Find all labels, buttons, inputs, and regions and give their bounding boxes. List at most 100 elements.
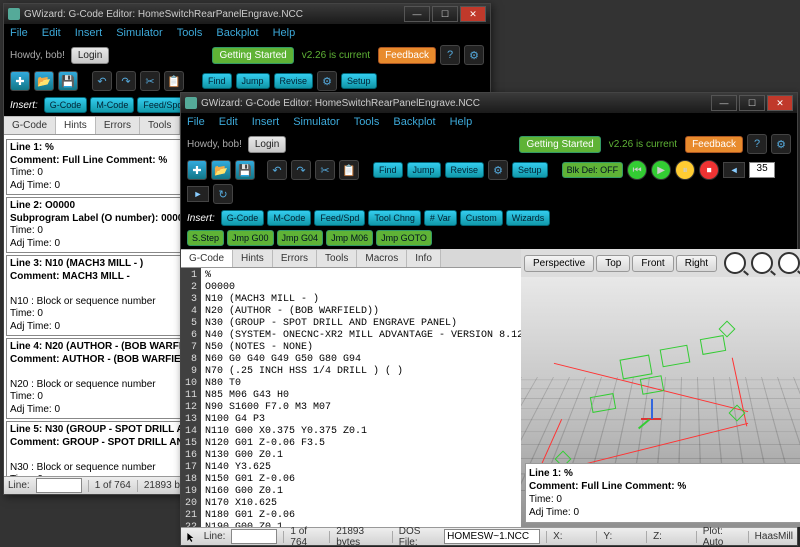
undo-icon[interactable]: ↶ — [92, 71, 112, 91]
login-button[interactable]: Login — [248, 136, 286, 153]
login-button[interactable]: Login — [71, 47, 109, 64]
gear-icon[interactable]: ⚙ — [488, 160, 508, 180]
maximize-button[interactable]: ☐ — [739, 95, 765, 111]
menu-simulator[interactable]: Simulator — [116, 27, 162, 39]
getting-started-button[interactable]: Getting Started — [212, 47, 293, 64]
undo-icon[interactable]: ↶ — [267, 160, 287, 180]
insert-gcode[interactable]: G-Code — [44, 97, 88, 113]
open-file-icon[interactable]: 📂 — [211, 160, 231, 180]
pause-icon[interactable]: ⏸ — [675, 160, 695, 180]
menu-backplot[interactable]: Backplot — [393, 116, 435, 128]
insert-wizards[interactable]: Wizards — [506, 210, 551, 226]
titlebar[interactable]: GWizard: G-Code Editor: HomeSwitchRearPa… — [181, 93, 797, 113]
new-file-icon[interactable]: ✚ — [10, 71, 30, 91]
zoom-in-icon[interactable] — [724, 252, 746, 274]
menu-backplot[interactable]: Backplot — [216, 27, 258, 39]
play-icon[interactable]: ▶ — [651, 160, 671, 180]
tab-g-code[interactable]: G-Code — [181, 249, 233, 267]
find-button[interactable]: Find — [202, 73, 232, 89]
new-file-icon[interactable]: ✚ — [187, 160, 207, 180]
run-jmpm06[interactable]: Jmp M06 — [326, 230, 373, 246]
redo-icon[interactable]: ↷ — [291, 160, 311, 180]
run-jmpg04[interactable]: Jmp G04 — [277, 230, 324, 246]
tab-tools[interactable]: Tools — [140, 116, 180, 134]
save-icon[interactable]: 💾 — [235, 160, 255, 180]
save-icon[interactable]: 💾 — [58, 71, 78, 91]
viewport-3d[interactable]: ☁ Line 1: % Comment: Full Line Comment: … — [521, 277, 800, 527]
insert-mcode[interactable]: M-Code — [90, 97, 134, 113]
tab-macros[interactable]: Macros — [357, 249, 407, 267]
getting-started-button[interactable]: Getting Started — [519, 136, 600, 153]
view-top[interactable]: Top — [596, 255, 630, 272]
line-input[interactable] — [231, 529, 277, 544]
menu-edit[interactable]: Edit — [42, 27, 61, 39]
tab-tools[interactable]: Tools — [317, 249, 357, 267]
settings-icon[interactable]: ⚙ — [771, 134, 791, 154]
step-back-button[interactable]: ◄ — [723, 162, 745, 178]
close-button[interactable]: ✕ — [460, 6, 486, 22]
setup-button[interactable]: Setup — [512, 162, 548, 178]
gear-icon[interactable]: ⚙ — [317, 71, 337, 91]
tab-hints[interactable]: Hints — [56, 116, 96, 134]
feedback-button[interactable]: Feedback — [685, 136, 743, 153]
loop-icon[interactable]: ↻ — [213, 184, 233, 204]
insert-toolchng[interactable]: Tool Chng — [368, 210, 421, 226]
jump-button[interactable]: Jump — [236, 73, 270, 89]
paste-icon[interactable]: 📋 — [164, 71, 184, 91]
insert-custom[interactable]: Custom — [460, 210, 503, 226]
titlebar[interactable]: GWizard: G-Code Editor: HomeSwitchRearPa… — [4, 4, 490, 24]
rewind-icon[interactable]: ⏮ — [627, 160, 647, 180]
blkdel-button[interactable]: Blk Del: OFF — [562, 162, 624, 178]
help-icon[interactable]: ? — [747, 134, 767, 154]
run-jmpg00[interactable]: Jmp G00 — [227, 230, 274, 246]
tab-hints[interactable]: Hints — [233, 249, 273, 267]
cut-icon[interactable]: ✂ — [315, 160, 335, 180]
run-sstep[interactable]: S.Step — [187, 230, 224, 246]
menu-insert[interactable]: Insert — [252, 116, 280, 128]
menu-edit[interactable]: Edit — [219, 116, 238, 128]
code-editor[interactable]: 1234567891011121314151617181920212223242… — [181, 268, 521, 527]
tab-errors[interactable]: Errors — [96, 116, 140, 134]
redo-icon[interactable]: ↷ — [116, 71, 136, 91]
menu-file[interactable]: File — [10, 27, 28, 39]
setup-button[interactable]: Setup — [341, 73, 377, 89]
dosfile-input[interactable] — [444, 529, 540, 544]
settings-icon[interactable]: ⚙ — [464, 45, 484, 65]
menu-insert[interactable]: Insert — [75, 27, 103, 39]
insert-mcode[interactable]: M-Code — [267, 210, 311, 226]
menu-help[interactable]: Help — [273, 27, 296, 39]
view-perspective[interactable]: Perspective — [524, 255, 594, 272]
tab-g-code[interactable]: G-Code — [4, 116, 56, 134]
menu-help[interactable]: Help — [450, 116, 473, 128]
tab-errors[interactable]: Errors — [273, 249, 317, 267]
view-right[interactable]: Right — [676, 255, 717, 272]
revise-button[interactable]: Revise — [445, 162, 485, 178]
revise-button[interactable]: Revise — [274, 73, 314, 89]
minimize-button[interactable]: — — [404, 6, 430, 22]
jump-button[interactable]: Jump — [407, 162, 441, 178]
insert-var[interactable]: # Var — [424, 210, 457, 226]
cut-icon[interactable]: ✂ — [140, 71, 160, 91]
step-value[interactable]: 35 — [749, 162, 775, 178]
view-front[interactable]: Front — [632, 255, 673, 272]
zoom-out-icon[interactable] — [751, 252, 773, 274]
find-button[interactable]: Find — [373, 162, 403, 178]
zoom-fit-icon[interactable] — [778, 252, 800, 274]
menu-simulator[interactable]: Simulator — [293, 116, 339, 128]
step-fwd-button[interactable]: ► — [187, 186, 209, 202]
stop-icon[interactable]: ⏹ — [699, 160, 719, 180]
maximize-button[interactable]: ☐ — [432, 6, 458, 22]
help-icon[interactable]: ? — [440, 45, 460, 65]
menu-file[interactable]: File — [187, 116, 205, 128]
run-jmpgoto[interactable]: Jmp GOTO — [376, 230, 432, 246]
paste-icon[interactable]: 📋 — [339, 160, 359, 180]
line-input[interactable] — [36, 478, 82, 493]
open-file-icon[interactable]: 📂 — [34, 71, 54, 91]
close-button[interactable]: ✕ — [767, 95, 793, 111]
code-text[interactable]: % O0000 N10 (MACH3 MILL - ) N20 (AUTHOR … — [201, 268, 521, 527]
feedback-button[interactable]: Feedback — [378, 47, 436, 64]
menu-tools[interactable]: Tools — [177, 27, 203, 39]
menu-tools[interactable]: Tools — [354, 116, 380, 128]
tab-info[interactable]: Info — [407, 249, 441, 267]
insert-gcode[interactable]: G-Code — [221, 210, 265, 226]
